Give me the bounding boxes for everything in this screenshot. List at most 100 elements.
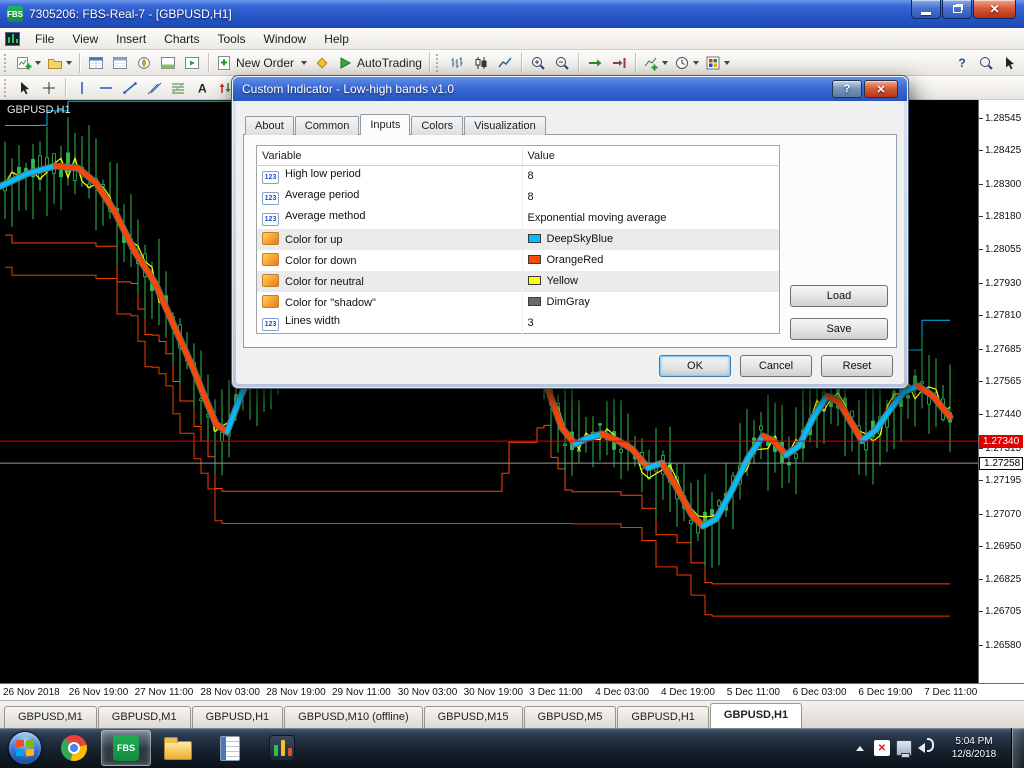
column-header-variable[interactable]: Variable [256, 145, 523, 166]
cursor-mode-button[interactable] [998, 52, 1022, 74]
param-value[interactable]: OrangeRed [547, 254, 604, 266]
menu-window[interactable]: Window [255, 29, 316, 49]
auto-scroll-button[interactable] [583, 52, 607, 74]
horizontal-line-tool-button[interactable] [94, 77, 118, 99]
menu-charts[interactable]: Charts [155, 29, 208, 49]
param-value[interactable]: Exponential moving average [528, 212, 667, 224]
dialog-help-button[interactable]: ? [832, 80, 862, 98]
pointer-tool-button[interactable] [13, 77, 37, 99]
chart-tab[interactable]: GBPUSD,M1 [4, 706, 97, 728]
zoom-in-button[interactable] [526, 52, 550, 74]
param-value[interactable]: 8 [528, 170, 534, 182]
toolbar-grip[interactable] [435, 53, 441, 72]
text-tool-button[interactable]: A [190, 77, 214, 99]
fibonacci-tool-button[interactable] [166, 77, 190, 99]
line-chart-button[interactable] [493, 52, 517, 74]
menu-insert[interactable]: Insert [107, 29, 155, 49]
trendline-tool-button[interactable] [118, 77, 142, 99]
chart-tab[interactable]: GBPUSD,M1 [97, 706, 191, 728]
strategy-tester-button[interactable] [180, 52, 204, 74]
chart-tab[interactable]: GBPUSD,M10 (offline) [284, 706, 423, 728]
templates-button[interactable] [702, 52, 733, 74]
input-row[interactable]: 123 Lines width 3 [256, 312, 780, 334]
chart-tab[interactable]: GBPUSD,M15 [423, 706, 523, 728]
param-value[interactable]: DeepSkyBlue [547, 233, 614, 245]
profiles-button[interactable] [44, 52, 75, 74]
menu-help[interactable]: Help [315, 29, 358, 49]
menu-view[interactable]: View [63, 29, 107, 49]
navigator-button[interactable] [132, 52, 156, 74]
tab-visualization[interactable]: Visualization [464, 116, 546, 135]
reset-button[interactable]: Reset [821, 355, 893, 377]
param-value[interactable]: 3 [528, 317, 534, 329]
data-window-button[interactable] [108, 52, 132, 74]
market-watch-button[interactable] [84, 52, 108, 74]
param-value[interactable]: Yellow [547, 275, 578, 287]
network-icon[interactable] [896, 740, 912, 758]
bar-chart-button[interactable] [445, 52, 469, 74]
volume-icon[interactable] [918, 740, 934, 756]
alert-tray-icon[interactable]: ✕ [874, 740, 890, 756]
tab-inputs[interactable]: Inputs [360, 114, 411, 135]
dialog-titlebar[interactable]: Custom Indicator - Low-high bands v1.0 ?… [233, 77, 907, 101]
chart-shift-button[interactable] [607, 52, 631, 74]
price-scale[interactable]: 1.28545 1.28425 1.28300 1.28180 1.28055 1.279… [978, 100, 1024, 683]
hidden-icons-chevron[interactable] [856, 745, 864, 751]
periods-button[interactable] [671, 52, 702, 74]
show-desktop-button[interactable] [1011, 728, 1024, 768]
dialog-close-button[interactable]: ✕ [864, 80, 898, 98]
input-row[interactable]: 123 Average method Exponential moving aver… [256, 207, 780, 229]
new-order-button[interactable]: New Order [213, 52, 310, 74]
crosshair-tool-button[interactable] [37, 77, 61, 99]
start-button[interactable] [8, 731, 42, 765]
input-row[interactable]: Color for down OrangeRed [256, 249, 780, 271]
menu-tools[interactable]: Tools [209, 29, 255, 49]
minimize-button[interactable] [911, 0, 941, 19]
time-scale[interactable]: 26 Nov 2018 26 Nov 19:00 27 Nov 11:00 28 No… [0, 683, 1024, 700]
tab-common[interactable]: Common [294, 116, 360, 135]
taskbar-fbs-button[interactable]: FBS [101, 730, 151, 766]
taskbar-chrome-button[interactable] [49, 730, 99, 766]
taskbar-clock[interactable]: 5:04 PM 12/8/2018 [941, 735, 1007, 762]
taskbar-explorer-button[interactable] [153, 730, 203, 766]
toolbar-grip[interactable] [4, 78, 9, 97]
new-chart-button[interactable] [13, 52, 44, 74]
input-row[interactable]: Color for up DeepSkyBlue [256, 228, 780, 250]
vertical-line-tool-button[interactable] [70, 77, 94, 99]
terminal-button[interactable] [156, 52, 180, 74]
toolbar-grip[interactable] [4, 53, 9, 72]
tab-about[interactable]: About [245, 116, 294, 135]
ok-button[interactable]: OK [659, 355, 731, 377]
load-button[interactable]: Load [790, 285, 888, 307]
menu-file[interactable]: File [26, 29, 63, 49]
color-swatch [527, 276, 541, 285]
cancel-button[interactable]: Cancel [740, 355, 812, 377]
autotrading-button[interactable]: AutoTrading [334, 52, 425, 74]
input-row[interactable]: Color for neutral Yellow [256, 270, 780, 292]
chart-tab[interactable]: GBPUSD,H1 [709, 703, 803, 728]
taskbar-mt4-button[interactable] [257, 730, 307, 766]
metaeditor-button[interactable] [310, 52, 334, 74]
input-row[interactable]: Color for "shadow" DimGray [256, 291, 780, 313]
chart-tab[interactable]: GBPUSD,H1 [191, 706, 284, 728]
tab-colors[interactable]: Colors [411, 116, 464, 135]
column-header-value[interactable]: Value [522, 145, 780, 166]
taskbar-notepad-button[interactable] [205, 730, 255, 766]
restore-button[interactable] [942, 0, 972, 19]
input-row[interactable]: 123 High low period 8 [256, 165, 780, 187]
candlestick-chart-button[interactable] [469, 52, 493, 74]
help-button[interactable]: ? [950, 52, 974, 74]
param-value[interactable]: 8 [528, 191, 534, 203]
save-button[interactable]: Save [790, 318, 888, 340]
zoom-out-button[interactable] [550, 52, 574, 74]
channel-tool-button[interactable] [142, 77, 166, 99]
param-value[interactable]: DimGray [547, 296, 590, 308]
search-button[interactable] [974, 52, 998, 74]
inputs-table[interactable]: Variable Value 123 High low period 8 123 Ave… [256, 145, 780, 334]
chart-tab[interactable]: GBPUSD,M5 [523, 706, 617, 728]
chart-tab[interactable]: GBPUSD,H1 [617, 706, 709, 728]
chart-window-icon[interactable] [5, 31, 20, 46]
input-row[interactable]: 123 Average period 8 [256, 186, 780, 208]
indicators-button[interactable] [640, 52, 671, 74]
close-button[interactable]: ✕ [973, 0, 1016, 19]
